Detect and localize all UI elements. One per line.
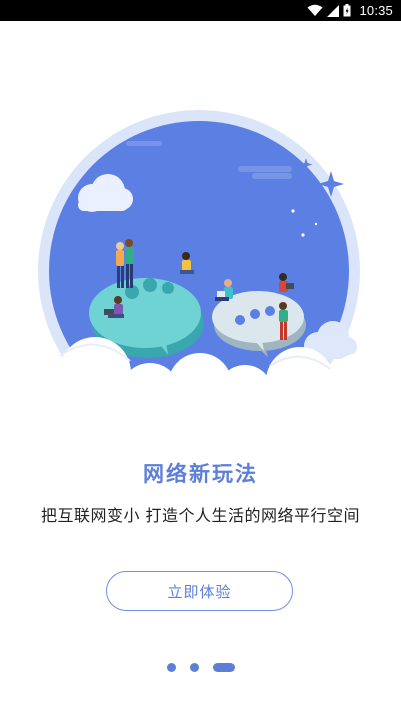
wifi-icon (307, 4, 323, 17)
page-dot-3-active[interactable] (212, 662, 235, 672)
status-bar: 10:35 (0, 0, 401, 21)
page-dot-1[interactable] (166, 662, 176, 672)
onboarding-title: 网络新玩法 (143, 462, 258, 486)
onboarding-subtitle: 把互联网变小 打造个人生活的网络平行空间 (40, 506, 361, 525)
page-indicator (0, 662, 401, 672)
battery-icon (343, 4, 351, 17)
page-dot-2[interactable] (189, 662, 199, 672)
cell-signal-icon (327, 4, 340, 17)
try-now-button[interactable]: 立即体验 (106, 571, 293, 611)
status-time: 10:35 (359, 3, 393, 18)
onboarding-illustration (0, 21, 401, 432)
